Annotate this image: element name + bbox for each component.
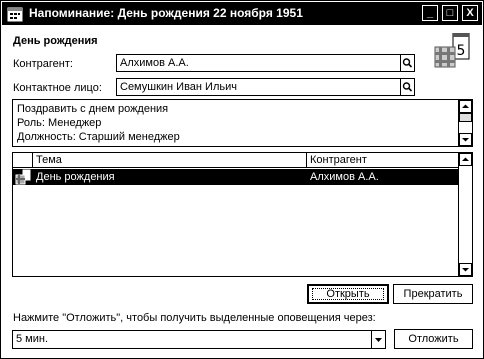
memo-line: Роль: Менеджер	[17, 117, 102, 129]
column-header-counterparty[interactable]: Контрагент	[307, 153, 459, 167]
snooze-dropdown-button[interactable]	[371, 331, 385, 348]
column-header-topic[interactable]: Тема	[33, 153, 307, 167]
scroll-up-button[interactable]	[459, 100, 472, 113]
memo-line: Должность: Старший менеджер	[17, 131, 180, 143]
contact-field[interactable]: Семушкин Иван Ильич	[116, 78, 415, 96]
stop-button[interactable]: Прекратить	[393, 284, 473, 304]
table-header: Тема Контрагент	[13, 153, 459, 168]
counterparty-label: Контрагент:	[13, 58, 73, 70]
contact-select-button[interactable]	[400, 79, 414, 95]
section-title: День рождения	[13, 35, 98, 47]
snooze-interval-value: 5 мин.	[16, 333, 49, 345]
snooze-button-label: Отложить	[408, 333, 459, 345]
table-scrollbar[interactable]	[458, 153, 472, 276]
counterparty-value: Алхимов А.А.	[120, 57, 189, 69]
scroll-up-button[interactable]	[459, 153, 472, 166]
snooze-prompt: Нажмите "Отложить", чтобы получить выдел…	[13, 312, 376, 324]
chevron-down-icon	[375, 338, 382, 342]
snooze-button[interactable]: Отложить	[394, 329, 473, 349]
calendar-app-icon	[7, 7, 23, 22]
close-button[interactable]: X	[462, 5, 478, 21]
reminders-table: Тема Контрагент День рождения Алхимов А.…	[12, 152, 473, 277]
counterparty-select-button[interactable]	[400, 55, 414, 71]
memo-line: Поздравить с днем рождения	[17, 103, 169, 115]
contact-label: Контактное лицо:	[13, 82, 102, 94]
calendar-birthday-icon: 5	[433, 32, 473, 73]
reminder-window: Напоминание: День рождения 22 ноября 195…	[0, 0, 484, 359]
close-icon: X	[466, 7, 474, 19]
title-bar[interactable]: Напоминание: День рождения 22 ноября 195…	[2, 2, 482, 25]
arrow-down-icon	[462, 138, 469, 142]
snooze-interval-select[interactable]: 5 мин.	[12, 330, 386, 349]
row-topic: День рождения	[36, 171, 115, 183]
stop-button-label: Прекратить	[403, 288, 463, 300]
scroll-thumb[interactable]	[459, 113, 472, 122]
row-counterparty: Алхимов А.А.	[310, 171, 379, 183]
calendar-day-number: 5	[457, 43, 466, 59]
scroll-down-button[interactable]	[459, 263, 472, 276]
open-button[interactable]: Открыть	[307, 284, 389, 304]
memo-scrollbar[interactable]	[458, 100, 472, 146]
search-icon	[402, 82, 413, 92]
maximize-button[interactable]: □	[442, 5, 458, 21]
table-row[interactable]: День рождения Алхимов А.А.	[13, 169, 459, 185]
counterparty-field[interactable]: Алхимов А.А.	[116, 54, 415, 72]
arrow-down-icon	[462, 268, 469, 272]
contact-value: Семушкин Иван Ильич	[120, 81, 237, 93]
window-title: Напоминание: День рождения 22 ноября 195…	[29, 6, 303, 20]
arrow-up-icon	[462, 157, 469, 161]
minimize-icon: _	[426, 7, 434, 19]
maximize-icon: □	[446, 7, 454, 19]
reminder-row-icon	[15, 169, 31, 185]
reminder-text-memo[interactable]: Поздравить с днем рождения Роль: Менедже…	[12, 99, 473, 147]
arrow-up-icon	[462, 104, 469, 108]
search-icon	[402, 58, 413, 68]
focus-rect	[312, 288, 384, 300]
icon-column-header[interactable]	[13, 153, 33, 167]
scroll-down-button[interactable]	[459, 133, 472, 146]
minimize-button[interactable]: _	[422, 5, 438, 21]
